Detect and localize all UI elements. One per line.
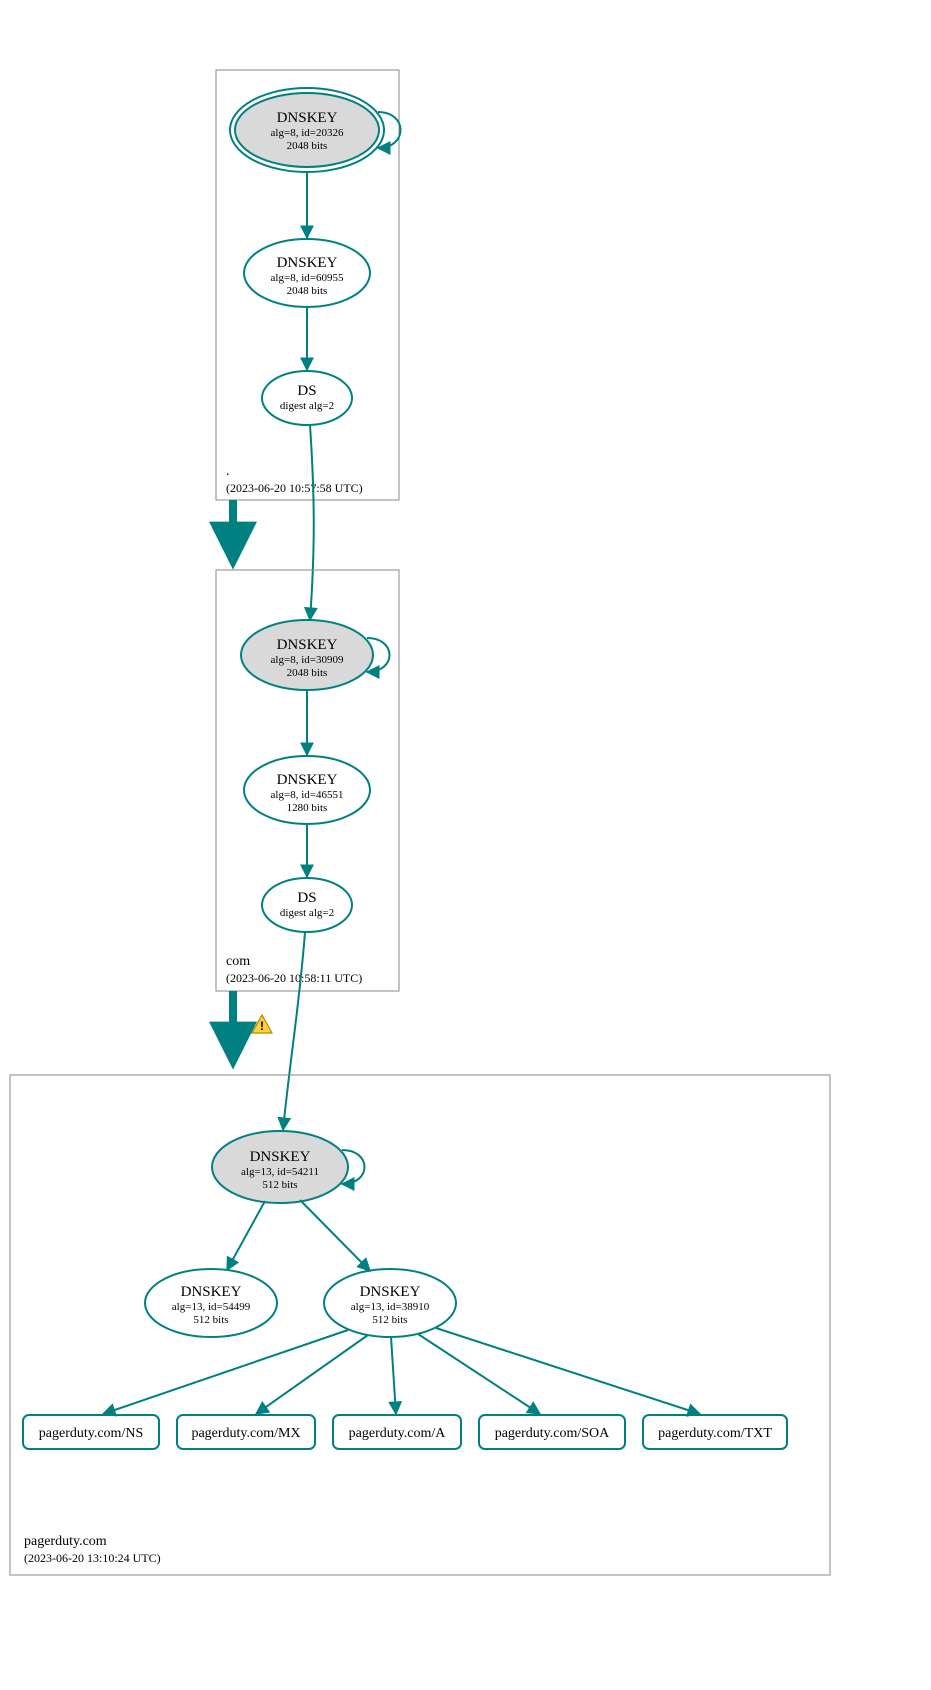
com-ds-title: DS	[297, 890, 316, 906]
root-zsk-l2: 2048 bits	[287, 285, 328, 297]
edge-dom-ksk-to-standby	[227, 1201, 265, 1270]
zone-domain: pagerduty.com (2023-06-20 13:10:24 UTC) …	[10, 1075, 830, 1575]
com-ds-l1: digest alg=2	[280, 907, 334, 919]
zone-root-name: .	[226, 464, 230, 479]
node-dom-zsk: DNSKEY alg=13, id=38910 512 bits	[324, 1269, 456, 1337]
record-soa: pagerduty.com/SOA	[479, 1415, 625, 1449]
zone-root: . (2023-06-20 10:57:58 UTC) DNSKEY alg=8…	[216, 70, 401, 500]
dom-standby-title: DNSKEY	[181, 1284, 242, 1300]
com-ksk-l1: alg=8, id=30909	[271, 654, 344, 666]
root-ksk-l1: alg=8, id=20326	[271, 127, 344, 139]
warning-icon: !	[252, 1015, 272, 1033]
node-com-zsk: DNSKEY alg=8, id=46551 1280 bits	[244, 756, 370, 824]
record-soa-label: pagerduty.com/SOA	[495, 1426, 610, 1441]
dnssec-diagram: . (2023-06-20 10:57:58 UTC) DNSKEY alg=8…	[0, 0, 931, 1690]
dom-ksk-title: DNSKEY	[250, 1149, 311, 1165]
record-txt-label: pagerduty.com/TXT	[658, 1426, 772, 1441]
dom-zsk-l1: alg=13, id=38910	[351, 1301, 430, 1313]
edge-zsk-to-soa	[418, 1334, 540, 1414]
node-dom-ksk: DNSKEY alg=13, id=54211 512 bits	[212, 1131, 348, 1203]
record-ns: pagerduty.com/NS	[23, 1415, 159, 1449]
zone-com-time: (2023-06-20 10:58:11 UTC)	[226, 971, 362, 985]
record-mx-label: pagerduty.com/MX	[191, 1426, 300, 1441]
root-ksk-l2: 2048 bits	[287, 140, 328, 152]
node-dom-standby: DNSKEY alg=13, id=54499 512 bits	[145, 1269, 277, 1337]
dom-standby-l2: 512 bits	[193, 1314, 228, 1326]
edge-zsk-to-ns	[103, 1330, 348, 1414]
svg-text:!: !	[260, 1019, 264, 1033]
root-ds-l1: digest alg=2	[280, 400, 334, 412]
dom-ksk-l2: 512 bits	[262, 1179, 297, 1191]
zone-com: com (2023-06-20 10:58:11 UTC) DNSKEY alg…	[216, 570, 399, 991]
root-zsk-title: DNSKEY	[277, 255, 338, 271]
zone-root-time: (2023-06-20 10:57:58 UTC)	[226, 481, 363, 495]
com-zsk-title: DNSKEY	[277, 772, 338, 788]
dom-zsk-title: DNSKEY	[360, 1284, 421, 1300]
zone-domain-time: (2023-06-20 13:10:24 UTC)	[24, 1551, 161, 1565]
edge-dom-ksk-to-zsk	[300, 1200, 370, 1271]
node-root-ksk: DNSKEY alg=8, id=20326 2048 bits	[230, 88, 384, 172]
record-txt: pagerduty.com/TXT	[643, 1415, 787, 1449]
record-a: pagerduty.com/A	[333, 1415, 461, 1449]
node-root-ds: DS digest alg=2	[262, 371, 352, 425]
node-com-ksk: DNSKEY alg=8, id=30909 2048 bits	[241, 620, 373, 690]
node-com-ds: DS digest alg=2	[262, 878, 352, 932]
record-ns-label: pagerduty.com/NS	[39, 1426, 143, 1441]
record-mx: pagerduty.com/MX	[177, 1415, 315, 1449]
zone-domain-name: pagerduty.com	[24, 1534, 107, 1549]
root-ds-title: DS	[297, 383, 316, 399]
edge-zsk-to-mx	[256, 1335, 368, 1414]
dom-ksk-l1: alg=13, id=54211	[241, 1166, 319, 1178]
dom-standby-l1: alg=13, id=54499	[172, 1301, 251, 1313]
com-zsk-l2: 1280 bits	[287, 802, 328, 814]
record-a-label: pagerduty.com/A	[349, 1426, 447, 1441]
node-root-zsk: DNSKEY alg=8, id=60955 2048 bits	[244, 239, 370, 307]
edge-root-ds-to-com-ksk	[310, 425, 314, 620]
com-ksk-l2: 2048 bits	[287, 667, 328, 679]
edge-zsk-to-a	[391, 1337, 396, 1414]
com-ksk-title: DNSKEY	[277, 637, 338, 653]
zone-com-name: com	[226, 954, 250, 969]
root-ksk-title: DNSKEY	[277, 110, 338, 126]
edge-com-ds-to-dom-ksk	[283, 932, 305, 1130]
dom-zsk-l2: 512 bits	[372, 1314, 407, 1326]
root-zsk-l1: alg=8, id=60955	[271, 272, 344, 284]
com-zsk-l1: alg=8, id=46551	[271, 789, 344, 801]
